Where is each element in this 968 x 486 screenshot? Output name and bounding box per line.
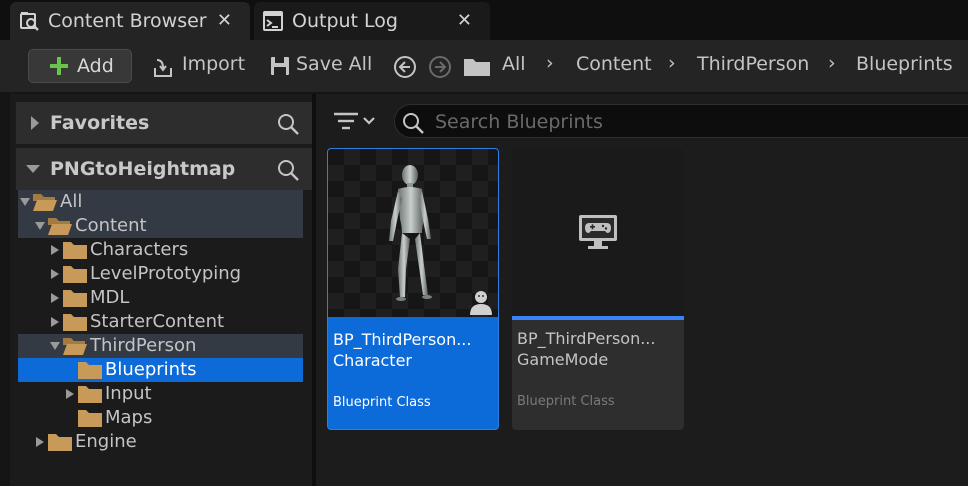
asset-tile-character[interactable]: BP_ThirdPerson... Character Blueprint Cl… (327, 148, 499, 430)
breadcrumb-item-thirdperson[interactable]: ThirdPerson (697, 53, 809, 75)
add-label: Add (77, 55, 114, 77)
folder-icon (48, 434, 72, 451)
folder-icon (464, 59, 490, 76)
save-all-button[interactable]: Save All (296, 53, 372, 75)
tree-item-levelprototyping[interactable]: LevelPrototyping (18, 262, 303, 286)
tree-item-input[interactable]: Input (18, 382, 303, 406)
mannequin-thumbnail (328, 149, 498, 317)
chevron-right-icon[interactable] (50, 317, 60, 327)
add-button[interactable]: Add (28, 49, 132, 83)
tab-bar: Content Browser ✕ Output Log ✕ (0, 0, 968, 40)
asset-view: BP_ThirdPerson... Character Blueprint Cl… (316, 94, 968, 486)
tree-item-label: MDL (90, 287, 130, 308)
tree-item-label: Characters (90, 239, 189, 260)
filter-icon[interactable] (332, 108, 380, 134)
asset-color-strip (512, 316, 684, 320)
favorites-section-header[interactable]: Favorites (16, 102, 312, 144)
asset-tile-gamemode[interactable]: BP_ThirdPerson... GameMode Blueprint Cla… (512, 148, 684, 430)
breadcrumb-item-all[interactable]: All (502, 53, 526, 75)
save-all-icon[interactable] (269, 55, 291, 77)
tree-item-label: ThirdPerson (90, 335, 197, 356)
search-bar[interactable] (394, 104, 968, 138)
folder-icon (63, 314, 87, 331)
folder-icon (63, 290, 87, 307)
tree-item-mdl[interactable]: MDL (18, 286, 303, 310)
chevron-right-icon[interactable] (65, 389, 75, 399)
folder-open-icon (63, 338, 87, 355)
tree-item-startercontent[interactable]: StarterContent (18, 310, 303, 334)
project-section-header[interactable]: PNGtoHeightmap (16, 148, 312, 190)
plus-icon (50, 57, 68, 75)
folder-icon (78, 362, 102, 379)
tree-item-label: Content (75, 215, 147, 236)
character-badge-icon (470, 291, 492, 315)
chevron-right-icon[interactable] (35, 437, 45, 447)
chevron-right-icon[interactable]: › (546, 52, 554, 74)
back-arrow-icon[interactable] (393, 55, 417, 79)
asset-name: BP_ThirdPerson... Character (333, 330, 472, 370)
tree-item-label: All (60, 191, 83, 212)
folder-icon (78, 386, 102, 403)
sources-panel: Favorites PNGtoHeightmap All Content Chara… (10, 94, 312, 486)
tree-item-content[interactable]: Content (18, 214, 303, 238)
search-icon (403, 113, 424, 134)
chevron-right-icon[interactable] (30, 116, 40, 130)
forward-arrow-icon[interactable] (428, 55, 452, 79)
close-icon[interactable]: ✕ (457, 10, 472, 32)
gamepad-monitor-icon (579, 215, 617, 249)
folder-icon (78, 410, 102, 427)
search-icon[interactable] (276, 158, 300, 182)
tree-item-label: Input (105, 383, 152, 404)
tree-item-thirdperson[interactable]: ThirdPerson (18, 334, 303, 358)
tree-item-blueprints[interactable]: Blueprints (18, 358, 303, 382)
tab-output-log[interactable]: Output Log ✕ (254, 2, 490, 40)
folder-icon (63, 266, 87, 283)
breadcrumb-item-blueprints[interactable]: Blueprints (856, 53, 953, 75)
chevron-right-icon[interactable] (50, 293, 60, 303)
tab-label: Content Browser (48, 10, 207, 32)
chevron-down-icon[interactable] (50, 341, 60, 351)
tree-item-label: StarterContent (90, 311, 225, 332)
asset-type: Blueprint Class (517, 394, 615, 409)
tab-content-browser[interactable]: Content Browser ✕ (10, 2, 250, 40)
search-input[interactable] (435, 109, 955, 135)
tab-label: Output Log (292, 10, 398, 32)
folder-icon (63, 242, 87, 259)
folder-open-icon (33, 194, 57, 211)
chevron-down-icon[interactable] (35, 221, 45, 231)
import-button[interactable]: Import (182, 53, 245, 75)
search-icon[interactable] (276, 112, 300, 136)
tree-item-label: LevelPrototyping (90, 263, 242, 284)
tree-item-all[interactable]: All (18, 190, 303, 214)
chevron-right-icon[interactable] (50, 269, 60, 279)
asset-color-strip (328, 317, 498, 321)
chevron-down-icon[interactable] (20, 197, 30, 207)
terminal-icon (263, 11, 283, 31)
chevron-right-icon[interactable]: › (828, 52, 836, 74)
import-icon[interactable] (152, 56, 176, 80)
tree-item-characters[interactable]: Characters (18, 238, 303, 262)
asset-name: BP_ThirdPerson... GameMode (517, 329, 656, 369)
chevron-down-icon[interactable] (26, 164, 40, 174)
chevron-right-icon[interactable] (50, 245, 60, 255)
tree-item-label: Engine (75, 431, 137, 452)
toolbar: Add Import Save All All › Content › Thir… (0, 40, 968, 92)
tree-item-engine[interactable]: Engine (18, 430, 303, 454)
tree-item-maps[interactable]: Maps (18, 406, 303, 430)
content-browser-icon (20, 12, 39, 31)
tree-item-label: Maps (105, 407, 153, 428)
breadcrumb-item-content[interactable]: Content (576, 53, 652, 75)
tree-item-label: Blueprints (105, 359, 197, 380)
asset-type: Blueprint Class (333, 395, 431, 410)
close-icon[interactable]: ✕ (217, 10, 232, 32)
gamemode-thumbnail (512, 148, 684, 316)
folder-open-icon (48, 218, 72, 235)
project-label: PNGtoHeightmap (50, 158, 236, 180)
favorites-label: Favorites (50, 112, 150, 134)
chevron-right-icon[interactable]: › (668, 52, 676, 74)
